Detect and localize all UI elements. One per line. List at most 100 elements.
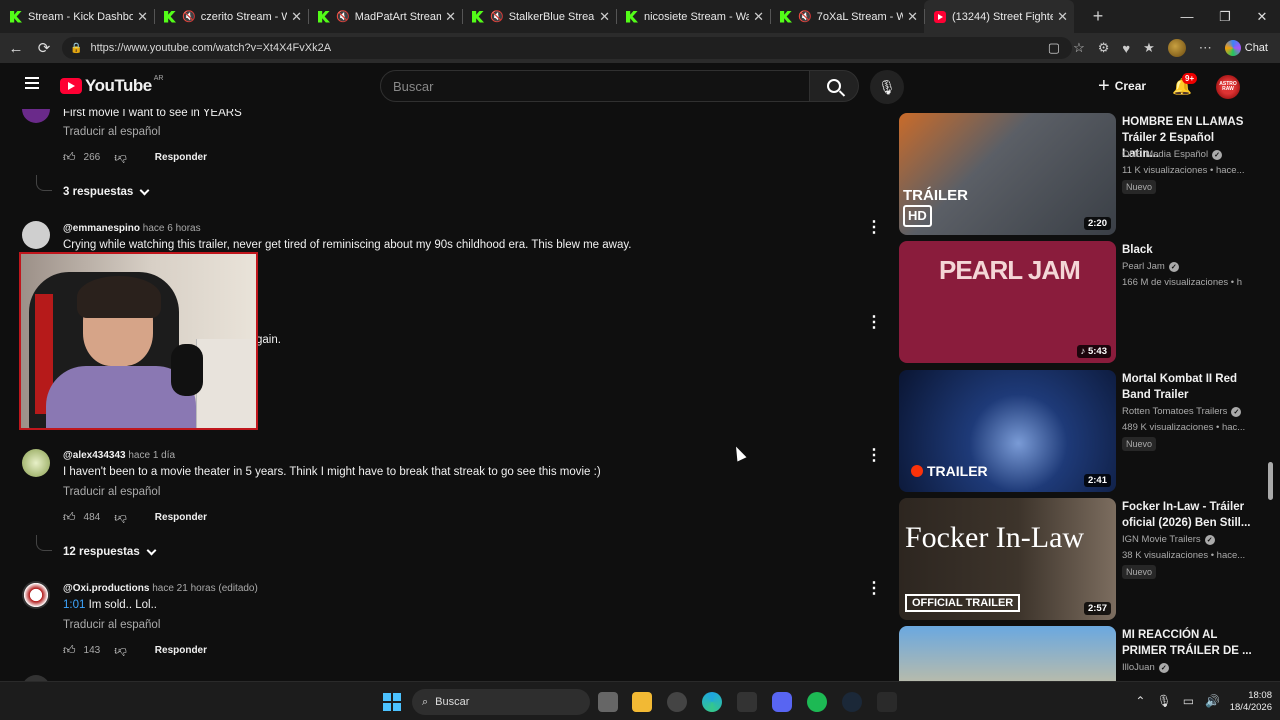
taskbar-search[interactable]: ⌕ Buscar: [412, 689, 590, 715]
windows-start-icon[interactable]: [383, 693, 401, 711]
video-title[interactable]: MI REACCIÓN AL PRIMER TRÁILER DE ...: [1122, 627, 1252, 659]
like-icon[interactable]: 👍︎: [63, 643, 76, 658]
collections-icon[interactable]: ★: [1143, 40, 1155, 56]
like-icon[interactable]: 👍︎: [63, 510, 76, 525]
channel-name[interactable]: ONE Media Español ✓: [1122, 149, 1223, 160]
comment-author[interactable]: @emmanespino hace 6 horas: [63, 223, 201, 234]
reply-button[interactable]: Responder: [155, 512, 207, 523]
view-replies-button[interactable]: 3 respuestas: [63, 185, 150, 198]
scrollbar-thumb[interactable]: [1268, 462, 1273, 500]
video-thumbnail[interactable]: TRAILER 2:41: [899, 370, 1116, 492]
reply-button[interactable]: Responder: [155, 152, 207, 163]
close-icon[interactable]: ✕: [137, 9, 148, 25]
more-menu-icon[interactable]: ⋯: [1199, 40, 1212, 56]
channel-name[interactable]: IGN Movie Trailers ✓: [1122, 534, 1215, 545]
network-icon[interactable]: ▭: [1183, 694, 1194, 708]
profile-avatar[interactable]: [1167, 39, 1186, 57]
channel-name[interactable]: Pearl Jam ✓: [1122, 261, 1179, 272]
steam-icon[interactable]: [842, 692, 862, 712]
create-button[interactable]: + Crear: [1090, 73, 1154, 99]
app-icon[interactable]: [667, 692, 687, 712]
comment-author[interactable]: @alex434343 hace 1 día: [63, 450, 175, 461]
volume-icon[interactable]: 🔊: [1205, 694, 1220, 708]
dislike-icon[interactable]: 👍︎: [114, 510, 127, 525]
file-explorer-icon[interactable]: [632, 692, 652, 712]
like-icon[interactable]: 👍︎: [63, 150, 76, 165]
search-input[interactable]: Buscar: [380, 70, 810, 102]
spotify-icon[interactable]: [807, 692, 827, 712]
system-clock[interactable]: 18:08 18/4/2026: [1226, 690, 1272, 714]
tab-stalkerblue[interactable]: 🔇StalkerBlue Stream -✕: [462, 0, 616, 33]
close-icon[interactable]: ✕: [291, 9, 302, 25]
edge-browser-icon[interactable]: [702, 692, 722, 712]
muted-icon[interactable]: 🔇: [336, 10, 350, 23]
comment-options-icon[interactable]: ⋮: [866, 581, 882, 597]
minimize-button[interactable]: —: [1168, 0, 1206, 33]
video-title[interactable]: Black: [1122, 242, 1252, 258]
related-video[interactable]: TRAILER 2:41 Mortal Kombat II Red Band T…: [898, 366, 1270, 492]
muted-icon[interactable]: 🔇: [798, 10, 812, 23]
video-thumbnail[interactable]: Focker In-Law OFFICIAL TRAILER 2:57: [899, 498, 1116, 620]
close-icon[interactable]: ✕: [445, 9, 456, 25]
page-scrollbar[interactable]: [1266, 63, 1280, 681]
app-icon[interactable]: [737, 692, 757, 712]
translate-link[interactable]: Traducir al español: [63, 486, 160, 498]
related-video[interactable]: TRÁILER HD 2:20 HOMBRE EN LLAMAS Tráiler …: [898, 109, 1270, 235]
epic-games-icon[interactable]: [877, 692, 897, 712]
muted-icon[interactable]: 🔇: [490, 10, 504, 23]
close-icon[interactable]: ✕: [599, 9, 610, 25]
menu-icon[interactable]: [25, 77, 39, 89]
url-field[interactable]: 🔒 https://www.youtube.com/watch?v=Xt4X4F…: [62, 37, 1072, 59]
video-title[interactable]: Focker In-Law - Tráiler oficial (2026) B…: [1122, 499, 1252, 531]
chevron-up-icon[interactable]: ⌃: [1135, 694, 1145, 708]
voice-search-button[interactable]: 🎙: [870, 70, 904, 104]
comment-author[interactable]: @Oxi.productions hace 21 horas (editado): [63, 583, 258, 594]
dislike-icon[interactable]: 👍︎: [114, 643, 127, 658]
close-icon[interactable]: ✕: [753, 9, 764, 25]
discord-icon[interactable]: [772, 692, 792, 712]
account-avatar[interactable]: ASTRO RAW: [1216, 75, 1240, 99]
comment-avatar[interactable]: [22, 449, 50, 477]
youtube-logo[interactable]: YouTube AR: [60, 75, 163, 96]
copilot-button[interactable]: Chat: [1224, 40, 1268, 56]
extensions-icon[interactable]: ⚙: [1098, 40, 1110, 56]
view-replies-button[interactable]: 12 respuestas: [63, 545, 157, 558]
read-mode-icon[interactable]: ▢: [1048, 40, 1060, 56]
timestamp-link[interactable]: 1:01: [63, 599, 85, 611]
comment-options-icon[interactable]: ⋮: [866, 448, 882, 464]
muted-icon[interactable]: 🔇: [182, 10, 196, 23]
channel-name[interactable]: Rotten Tomatoes Trailers ✓: [1122, 406, 1242, 417]
channel-name[interactable]: IlloJuan ✓: [1122, 662, 1169, 673]
dislike-icon[interactable]: 👍︎: [114, 150, 127, 165]
related-video[interactable]: PEARL JAM ♪ 5:43 Black Pearl Jam ✓ 166 M …: [898, 237, 1270, 363]
related-video[interactable]: Focker In-Law OFFICIAL TRAILER 2:57 Fock…: [898, 494, 1270, 620]
favorite-star-icon[interactable]: ☆: [1073, 40, 1085, 56]
reply-button[interactable]: Responder: [155, 645, 207, 656]
tab-nicosiete[interactable]: nicosiete Stream - Watch✕: [616, 0, 770, 33]
search-button[interactable]: [809, 70, 859, 102]
translate-link[interactable]: Traducir al español: [63, 126, 160, 138]
translate-link[interactable]: Traducir al español: [63, 619, 160, 631]
related-video[interactable]: MI REACCIÓN AL PRIMER TRÁILER DE ... Ill…: [898, 622, 1270, 681]
close-icon[interactable]: ✕: [907, 9, 918, 25]
new-tab-button[interactable]: +: [1088, 6, 1108, 27]
close-icon[interactable]: ✕: [1057, 9, 1068, 25]
tab-kick-dashboard[interactable]: Stream - Kick Dashboard✕: [0, 0, 154, 33]
task-view-icon[interactable]: [598, 692, 618, 712]
tab-madpatart[interactable]: 🔇MadPatArt Stream -✕: [308, 0, 462, 33]
browser-essentials-icon[interactable]: ♥: [1122, 41, 1130, 56]
comment-options-icon[interactable]: ⋮: [866, 220, 882, 236]
video-thumbnail[interactable]: TRÁILER HD 2:20: [899, 113, 1116, 235]
video-thumbnail[interactable]: PEARL JAM ♪ 5:43: [899, 241, 1116, 363]
tab-youtube-active[interactable]: (13244) Street Fighter | O✕: [924, 0, 1074, 33]
comment-avatar[interactable]: [22, 109, 50, 123]
back-button[interactable]: ←: [2, 40, 30, 57]
tab-7oxal[interactable]: 🔇7oXaL Stream - Wat✕: [770, 0, 924, 33]
video-title[interactable]: Mortal Kombat II Red Band Trailer: [1122, 371, 1252, 403]
comment-options-icon[interactable]: ⋮: [866, 315, 882, 331]
microphone-icon[interactable]: 🎙: [1156, 694, 1171, 708]
close-window-button[interactable]: ✕: [1243, 0, 1280, 33]
reload-button[interactable]: ⟳: [30, 39, 58, 57]
maximize-button[interactable]: ❐: [1206, 0, 1244, 33]
video-thumbnail[interactable]: [899, 626, 1116, 681]
